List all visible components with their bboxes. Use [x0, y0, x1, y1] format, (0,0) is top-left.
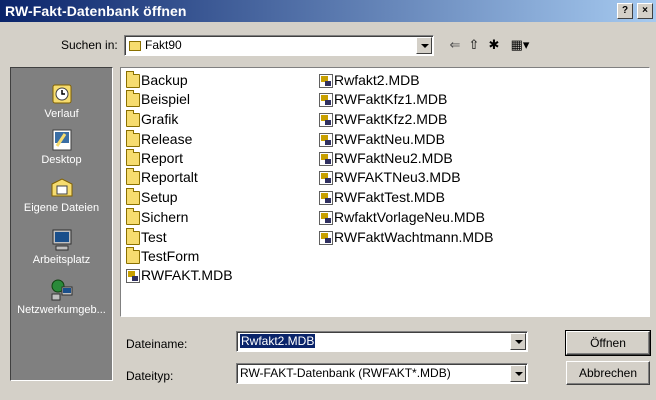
back-icon[interactable]: ⇐ — [448, 36, 462, 54]
database-file-icon — [319, 113, 333, 127]
close-button[interactable]: × — [637, 3, 653, 19]
chevron-down-icon[interactable] — [510, 365, 526, 382]
list-item[interactable]: Reportalt — [126, 168, 198, 186]
list-item[interactable]: RWFAKTNeu3.MDB — [319, 168, 461, 186]
my-computer-icon — [49, 228, 75, 252]
place-network[interactable]: Netzwerkumgeb... — [11, 278, 112, 316]
file-list[interactable]: Backup Beispiel Grafik Release Report Re… — [120, 67, 650, 317]
list-item[interactable]: Report — [126, 149, 183, 167]
folder-icon — [126, 71, 140, 88]
views-menu-icon[interactable]: ▦▾ — [505, 36, 535, 54]
folder-icon — [126, 247, 140, 264]
database-file-icon — [319, 211, 333, 225]
folder-icon — [126, 130, 140, 147]
database-file-icon — [319, 133, 333, 147]
database-file-icon — [319, 171, 333, 185]
folder-icon — [126, 149, 140, 166]
database-file-icon — [319, 93, 333, 107]
up-folder-icon[interactable]: ⇧ — [466, 36, 482, 54]
folder-icon — [126, 208, 140, 225]
place-my-computer[interactable]: Arbeitsplatz — [11, 228, 112, 266]
desktop-icon — [49, 128, 75, 152]
place-desktop[interactable]: Desktop — [11, 128, 112, 166]
database-file-icon — [319, 152, 333, 166]
database-file-icon — [319, 191, 333, 205]
database-file-icon — [319, 74, 333, 88]
filetype-value: RW-FAKT-Datenbank (RWFAKT*.MDB) — [240, 366, 451, 380]
list-item[interactable]: Test — [126, 228, 167, 246]
place-label: Verlauf — [44, 108, 79, 120]
list-item[interactable]: RWFaktTest.MDB — [319, 188, 445, 206]
database-file-icon — [126, 269, 140, 283]
folder-icon — [126, 228, 140, 245]
list-item[interactable]: RWFAKT.MDB — [126, 266, 233, 284]
list-item[interactable]: RWFaktKfz1.MDB — [319, 90, 447, 108]
list-item[interactable]: Beispiel — [126, 90, 190, 108]
lookin-label: Suchen in: — [61, 38, 118, 52]
window-title: RW-Fakt-Datenbank öffnen — [5, 3, 187, 19]
list-item[interactable]: Setup — [126, 188, 178, 206]
list-item[interactable]: Backup — [126, 71, 188, 89]
filename-value: Rwfakt2.MDB — [240, 334, 316, 348]
list-item[interactable]: RWFaktNeu.MDB — [319, 130, 445, 148]
history-icon — [49, 82, 75, 106]
places-bar: Verlauf Desktop Eigene Dateien Arbeitspl… — [10, 67, 113, 381]
folder-icon — [126, 90, 140, 107]
list-item[interactable]: Grafik — [126, 110, 178, 128]
list-item[interactable]: RWFaktKfz2.MDB — [319, 110, 447, 128]
place-label: Netzwerkumgeb... — [17, 304, 106, 316]
list-item[interactable]: RwfaktVorlageNeu.MDB — [319, 208, 485, 226]
lookin-value: Fakt90 — [145, 38, 182, 52]
database-file-icon — [319, 231, 333, 245]
list-item[interactable]: Sichern — [126, 208, 188, 226]
title-bar: RW-Fakt-Datenbank öffnen ? × — [0, 0, 656, 22]
filetype-combobox[interactable]: RW-FAKT-Datenbank (RWFAKT*.MDB) — [236, 363, 528, 384]
list-item[interactable]: RWFaktWachtmann.MDB — [319, 228, 493, 246]
network-icon — [49, 278, 75, 302]
list-item[interactable]: Release — [126, 130, 192, 148]
list-item[interactable]: RWFaktNeu2.MDB — [319, 149, 453, 167]
place-label: Desktop — [41, 154, 82, 166]
new-folder-icon[interactable]: ✱ — [486, 36, 502, 54]
folder-icon — [126, 188, 140, 205]
chevron-down-icon[interactable] — [416, 37, 432, 54]
cancel-button[interactable]: Abbrechen — [566, 361, 650, 385]
folder-icon — [129, 41, 141, 51]
list-item[interactable]: Rwfakt2.MDB — [319, 71, 420, 89]
filename-field[interactable]: Rwfakt2.MDB — [236, 331, 528, 352]
lookin-combobox[interactable]: Fakt90 — [124, 35, 434, 56]
help-button[interactable]: ? — [617, 3, 633, 19]
filename-label: Dateiname: — [126, 337, 188, 351]
place-label: Arbeitsplatz — [32, 254, 91, 266]
folder-icon — [126, 168, 140, 185]
list-item[interactable]: TestForm — [126, 247, 199, 265]
filetype-label: Dateityp: — [126, 369, 174, 383]
place-label: Eigene Dateien — [23, 202, 100, 214]
open-button[interactable]: Öffnen — [565, 330, 651, 356]
my-documents-icon — [49, 176, 75, 200]
chevron-down-icon[interactable] — [510, 333, 526, 350]
folder-icon — [126, 110, 140, 127]
place-my-documents[interactable]: Eigene Dateien — [11, 176, 112, 214]
place-history[interactable]: Verlauf — [11, 82, 112, 120]
